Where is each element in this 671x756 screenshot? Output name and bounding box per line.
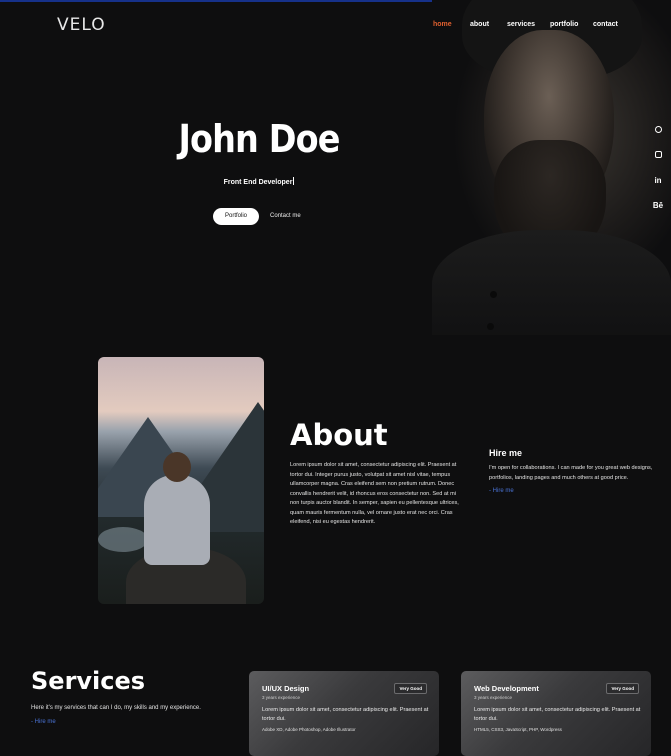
- nav-portfolio[interactable]: portfolio: [550, 21, 578, 28]
- main-nav: home about services portfolio contact: [0, 21, 671, 35]
- hero-portrait-image: [432, 0, 671, 335]
- hero-role-text: Front End Developer: [223, 179, 293, 186]
- card-years: 3 years experience: [474, 695, 513, 700]
- about-title: About: [290, 418, 388, 452]
- hire-me-link[interactable]: - Hire me: [489, 488, 514, 494]
- card-text: Lorem ipsum dolor sit amet, consectetur …: [474, 707, 641, 722]
- contact-me-button[interactable]: Contact me: [270, 208, 301, 225]
- card-years: 3 years experience: [262, 695, 301, 700]
- card-tags: Adobe XD, Adobe Photoshop, Adobe Illustr…: [262, 727, 356, 732]
- hire-me-text: I'm open for collaborations. I can made …: [489, 465, 653, 481]
- service-card-webdev[interactable]: Web Development 3 years experience Very …: [461, 671, 651, 756]
- portfolio-button[interactable]: Portfolio: [213, 208, 259, 225]
- linkedin-icon[interactable]: in: [650, 176, 666, 201]
- service-card-uiux[interactable]: UI/UX Design 3 years experience Very Goo…: [249, 671, 439, 756]
- nav-services[interactable]: services: [507, 21, 535, 28]
- card-title: UI/UX Design: [262, 684, 310, 693]
- about-photo: [98, 357, 264, 604]
- skill-badge: Very Good: [606, 683, 639, 694]
- social-links: in Bē: [650, 126, 666, 226]
- card-text: Lorem ipsum dolor sit amet, consectetur …: [262, 707, 429, 722]
- card-tags: HTML5, CSS3, JavaScript, PHP, Wordpress: [474, 727, 562, 732]
- behance-icon[interactable]: Bē: [650, 201, 666, 226]
- dribbble-icon[interactable]: [654, 126, 662, 133]
- services-hire-link[interactable]: - Hire me: [31, 719, 56, 725]
- services-description: Here it's my services that can I do, my …: [31, 705, 201, 711]
- about-text: Lorem ipsum dolor sit amet, consectetur …: [290, 462, 459, 525]
- skill-badge: Very Good: [394, 683, 427, 694]
- instagram-icon[interactable]: [654, 151, 662, 158]
- hero-name: John Doe: [178, 117, 340, 161]
- nav-home[interactable]: home: [433, 21, 452, 28]
- hero-role: Front End Developer: [0, 177, 518, 186]
- card-title: Web Development: [474, 684, 539, 693]
- nav-about[interactable]: about: [470, 21, 489, 28]
- services-title: Services: [31, 667, 146, 695]
- hire-me-title: Hire me: [489, 448, 523, 458]
- typing-cursor: [293, 177, 295, 185]
- nav-contact[interactable]: contact: [593, 21, 618, 28]
